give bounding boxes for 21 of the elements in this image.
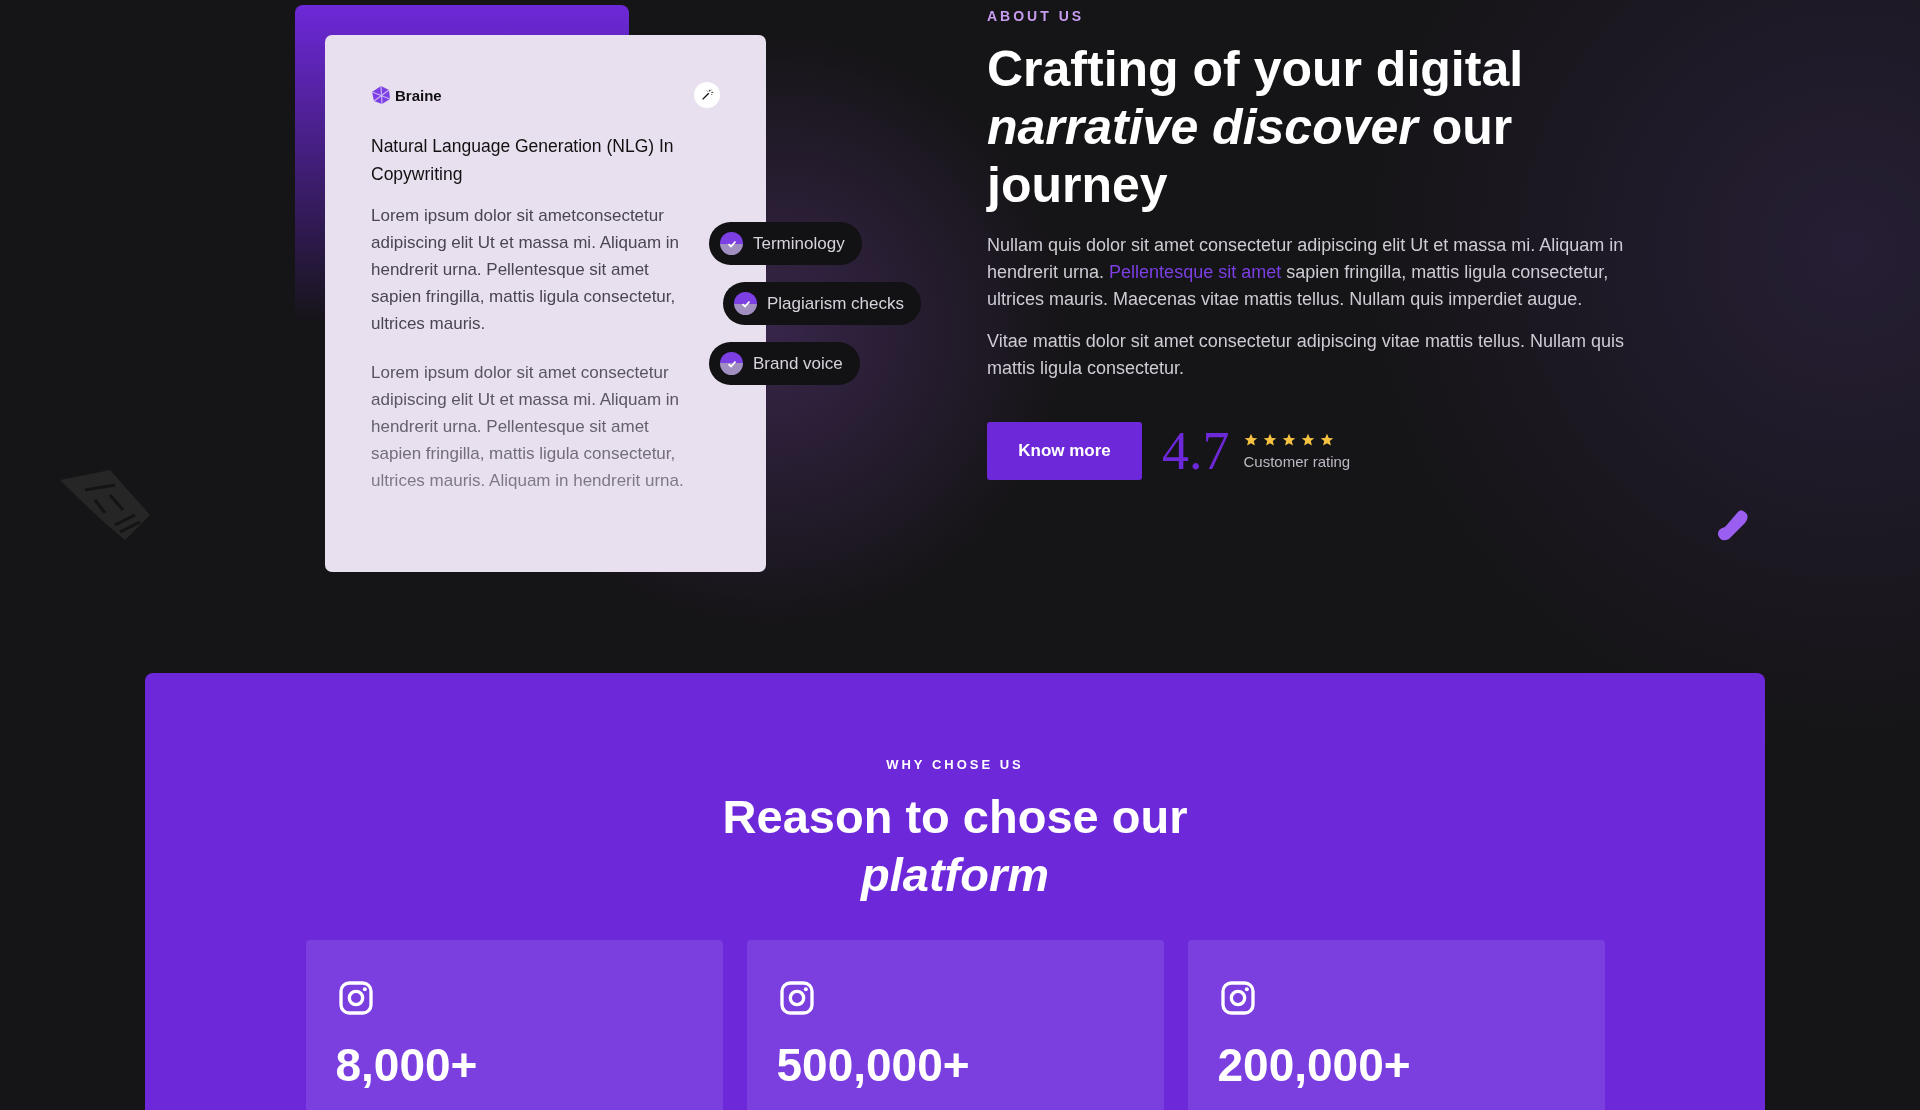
chip-label: Terminology [753,233,845,254]
article-title: Natural Language Generation (NLG) In Copywriting [371,135,675,186]
stat-value: 200,000+ [1217,1038,1412,1092]
paragraph: Lorem ipsum dolor sit ametconsectetur adipiscing elit Ut et massa mi. Aliquam in hendrerit urna. Pellentesque sit amet sapien fringilla, mattis ligula consectetur, ultrices mauris. [371,205,681,335]
rating-score: 4.7 [1162,420,1230,482]
section-heading: Crafting of your digital narrative discover our journey [987,40,1525,214]
paragraph: Nullam quis dolor sit amet consectetur adipiscing elit Ut et massa mi. Aliquam in hendrerit urna. Pellentesque sit amet sapien fringilla, mattis ligula consectetur, ultrices mauris. Maecenas vitae mattis tellus. Nullam quis imperdiet augue. [987,234,1625,311]
logo-icon [371,85,391,105]
section-heading: Reason to chose our platform [721,789,1189,903]
chip-label: Plagiarism checks [767,293,904,314]
paragraph: Vitae mattis dolor sit amet consectetur adipiscing vitae mattis tellus. Nullam quis mattis ligula consectetur. [987,330,1625,380]
chip-label: Brand voice [753,353,843,374]
know-more-button[interactable]: Know more [987,422,1142,480]
section-label: ABOUT US [987,8,1086,24]
magic-wand-icon[interactable] [694,82,720,108]
stat-value: 8,000+ [335,1038,479,1092]
rating-label: Customer rating [1243,453,1351,470]
section-label: WHY CHOSE US [886,757,1024,772]
stat-value: 500,000+ [776,1038,971,1092]
paragraph: Lorem ipsum dolor sit amet consectetur adipiscing elit Ut et massa mi. Aliquam in hendrerit urna. Pellentesque sit amet sapien fringilla, mattis ligula consectetur, ultrices mauris. Aliquam in hendrerit urna. [371,362,685,492]
brand-name: Braine [395,86,442,104]
